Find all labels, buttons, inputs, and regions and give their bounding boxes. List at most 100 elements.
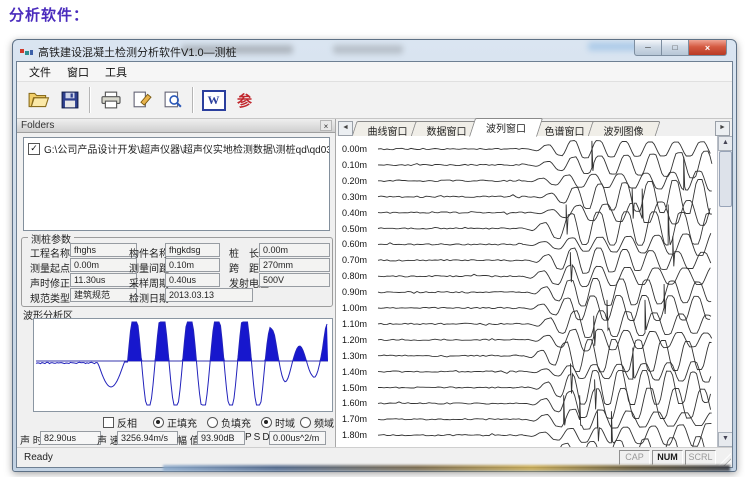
title-bar[interactable]: 高铁建设混凝土检测分析软件V1.0—测桩 ─ □ × bbox=[13, 40, 736, 61]
scrollbar-thumb[interactable] bbox=[719, 151, 732, 207]
wave-row-label: 0.60m bbox=[342, 239, 367, 249]
radio-icon[interactable] bbox=[261, 417, 272, 428]
param-label: 桩 长 bbox=[229, 245, 259, 260]
params-button[interactable]: 参 bbox=[229, 86, 260, 114]
toolbar-separator bbox=[89, 87, 91, 113]
readout-field[interactable]: 82.90us bbox=[40, 431, 101, 445]
param-field[interactable]: 11.30us bbox=[70, 273, 137, 287]
radio-icon[interactable] bbox=[153, 417, 164, 428]
readout-field[interactable]: 0.00us^2/m bbox=[269, 431, 326, 445]
folders-panel-header[interactable]: Folders × bbox=[17, 119, 335, 133]
waveform-analysis-box[interactable] bbox=[33, 318, 333, 412]
wave-row-label: 1.60m bbox=[342, 398, 367, 408]
close-button[interactable]: × bbox=[688, 40, 727, 56]
fill-positive-radio[interactable]: 正填充 bbox=[153, 415, 197, 430]
invert-checkbox-group[interactable]: 反相 bbox=[103, 415, 137, 430]
param-field[interactable]: fhghs bbox=[70, 243, 137, 257]
minimize-button[interactable]: ─ bbox=[634, 40, 662, 56]
tab-label: 波列窗口 bbox=[486, 120, 526, 135]
param-field[interactable]: 0.40us bbox=[165, 273, 220, 287]
fill-negative-label: 负填充 bbox=[221, 415, 251, 430]
time-domain-label: 时域 bbox=[275, 415, 295, 430]
param-field[interactable]: 0.00m bbox=[70, 258, 137, 272]
checkbox-icon[interactable] bbox=[103, 417, 114, 428]
param-field[interactable]: 0.10m bbox=[165, 258, 220, 272]
wave-row-label: 0.30m bbox=[342, 192, 367, 202]
param-field[interactable]: 2013.03.13 bbox=[165, 288, 253, 302]
param-field[interactable]: fhgkdsg bbox=[165, 243, 220, 257]
page-hammer-icon bbox=[131, 90, 153, 110]
preview-button[interactable] bbox=[157, 86, 188, 114]
folders-panel-title: Folders bbox=[21, 120, 54, 131]
tab-5[interactable]: 波列图像 bbox=[587, 121, 660, 137]
pile-params-group: 测桩参数 工程名称fhghs构件名称fhgkdsg桩 长0.00m测量起点0.0… bbox=[21, 237, 333, 307]
param-label: 检测日期 bbox=[129, 290, 169, 305]
pile-params-title: 测桩参数 bbox=[28, 231, 74, 246]
status-text: Ready bbox=[17, 452, 619, 463]
wave-row-label: 1.80m bbox=[342, 430, 367, 440]
page-magnifier-icon bbox=[162, 90, 184, 110]
tab-scroll-left-icon[interactable]: ◄ bbox=[338, 121, 353, 136]
toolbar: W参 bbox=[17, 82, 732, 119]
edit-button[interactable] bbox=[126, 86, 157, 114]
wave-train-view[interactable]: ▲ ▼ 0.00m0.10m0.20m0.30m0.40m0.50m0.60m0… bbox=[336, 136, 732, 447]
tab-scroll-right-icon[interactable]: ► bbox=[715, 121, 730, 136]
wave-row-label: 0.10m bbox=[342, 160, 367, 170]
menu-item[interactable]: 文件 bbox=[21, 63, 59, 81]
status-num: NUM bbox=[652, 450, 683, 465]
printer-icon bbox=[100, 90, 122, 110]
freq-domain-radio[interactable]: 频域 bbox=[300, 415, 334, 430]
readout-field[interactable]: 3256.94m/s bbox=[117, 431, 178, 445]
wave-row-label: 0.80m bbox=[342, 271, 367, 281]
tab-3[interactable]: 波列窗口 bbox=[469, 118, 543, 137]
time-domain-radio[interactable]: 时域 bbox=[261, 415, 295, 430]
floppy-icon bbox=[59, 90, 81, 110]
param-label: 规范类型 bbox=[30, 290, 70, 305]
wave-row-label: 1.00m bbox=[342, 303, 367, 313]
readout-label: PSD bbox=[245, 432, 272, 443]
maximize-button[interactable]: □ bbox=[661, 40, 689, 56]
wave-row-label: 0.90m bbox=[342, 287, 367, 297]
scroll-up-icon[interactable]: ▲ bbox=[718, 136, 732, 151]
wave-train-traces bbox=[336, 136, 720, 447]
readout-row: 声 时82.90us声 速3256.94m/s幅 值93.90dBPSD0.00… bbox=[17, 431, 335, 445]
tree-item-label: G:\公司产品设计开发\超声仪器\超声仪实地检测数据\测桩qd\qd03\qd0… bbox=[44, 141, 329, 156]
caption-buttons: ─ □ × bbox=[635, 40, 727, 56]
param-field[interactable]: 建筑规范 bbox=[70, 288, 137, 302]
param-field[interactable]: 270mm bbox=[259, 258, 330, 272]
param-field[interactable]: 0.00m bbox=[259, 243, 330, 257]
wave-row-label: 1.20m bbox=[342, 335, 367, 345]
tree-item[interactable]: ✓ G:\公司产品设计开发\超声仪器\超声仪实地检测数据\测桩qd\qd03\qd… bbox=[24, 138, 329, 156]
scroll-down-icon[interactable]: ▼ bbox=[718, 432, 732, 447]
close-icon[interactable]: × bbox=[320, 120, 332, 131]
analysis-waveform bbox=[34, 319, 330, 409]
tab-strip: ◄ 曲线窗口数据窗口波列窗口色谱窗口波列图像 ► bbox=[336, 119, 732, 137]
freq-domain-label: 频域 bbox=[314, 415, 334, 430]
param-label: 工程名称 bbox=[30, 245, 70, 260]
wave-row-label: 0.40m bbox=[342, 208, 367, 218]
save-button[interactable] bbox=[54, 86, 85, 114]
fill-positive-label: 正填充 bbox=[167, 415, 197, 430]
radio-icon[interactable] bbox=[207, 417, 218, 428]
app-window: 高铁建设混凝土检测分析软件V1.0—测桩 ─ □ × 文件窗口工具 W参 Fol… bbox=[12, 39, 737, 472]
client-area: 文件窗口工具 W参 Folders × ✓ G:\公司产品设计开发\超声仪器\超声… bbox=[16, 61, 733, 468]
fill-negative-radio[interactable]: 负填充 bbox=[207, 415, 251, 430]
readout-field[interactable]: 93.90dB bbox=[197, 431, 245, 445]
param-label: 声时修正 bbox=[30, 275, 70, 290]
print-button[interactable] bbox=[95, 86, 126, 114]
tabs: 曲线窗口数据窗口波列窗口色谱窗口波列图像 bbox=[354, 120, 649, 137]
toolbar-separator bbox=[192, 87, 194, 113]
radio-icon[interactable] bbox=[300, 417, 311, 428]
menu-item[interactable]: 窗口 bbox=[59, 63, 97, 81]
wave-row-label: 1.40m bbox=[342, 367, 367, 377]
wave-row-label: 0.00m bbox=[342, 144, 367, 154]
left-panel: Folders × ✓ G:\公司产品设计开发\超声仪器\超声仪实地检测数据\测桩… bbox=[17, 119, 336, 447]
open-button[interactable] bbox=[23, 86, 54, 114]
checkbox-icon[interactable]: ✓ bbox=[28, 143, 40, 155]
waveform-controls: 反相 正填充 负填充 时域 bbox=[17, 415, 335, 429]
param-field[interactable]: 500V bbox=[259, 273, 330, 287]
wave-row-label: 0.70m bbox=[342, 255, 367, 265]
vertical-scrollbar[interactable]: ▲ ▼ bbox=[717, 136, 732, 447]
word-button[interactable]: W bbox=[198, 86, 229, 114]
menu-item[interactable]: 工具 bbox=[97, 63, 135, 81]
